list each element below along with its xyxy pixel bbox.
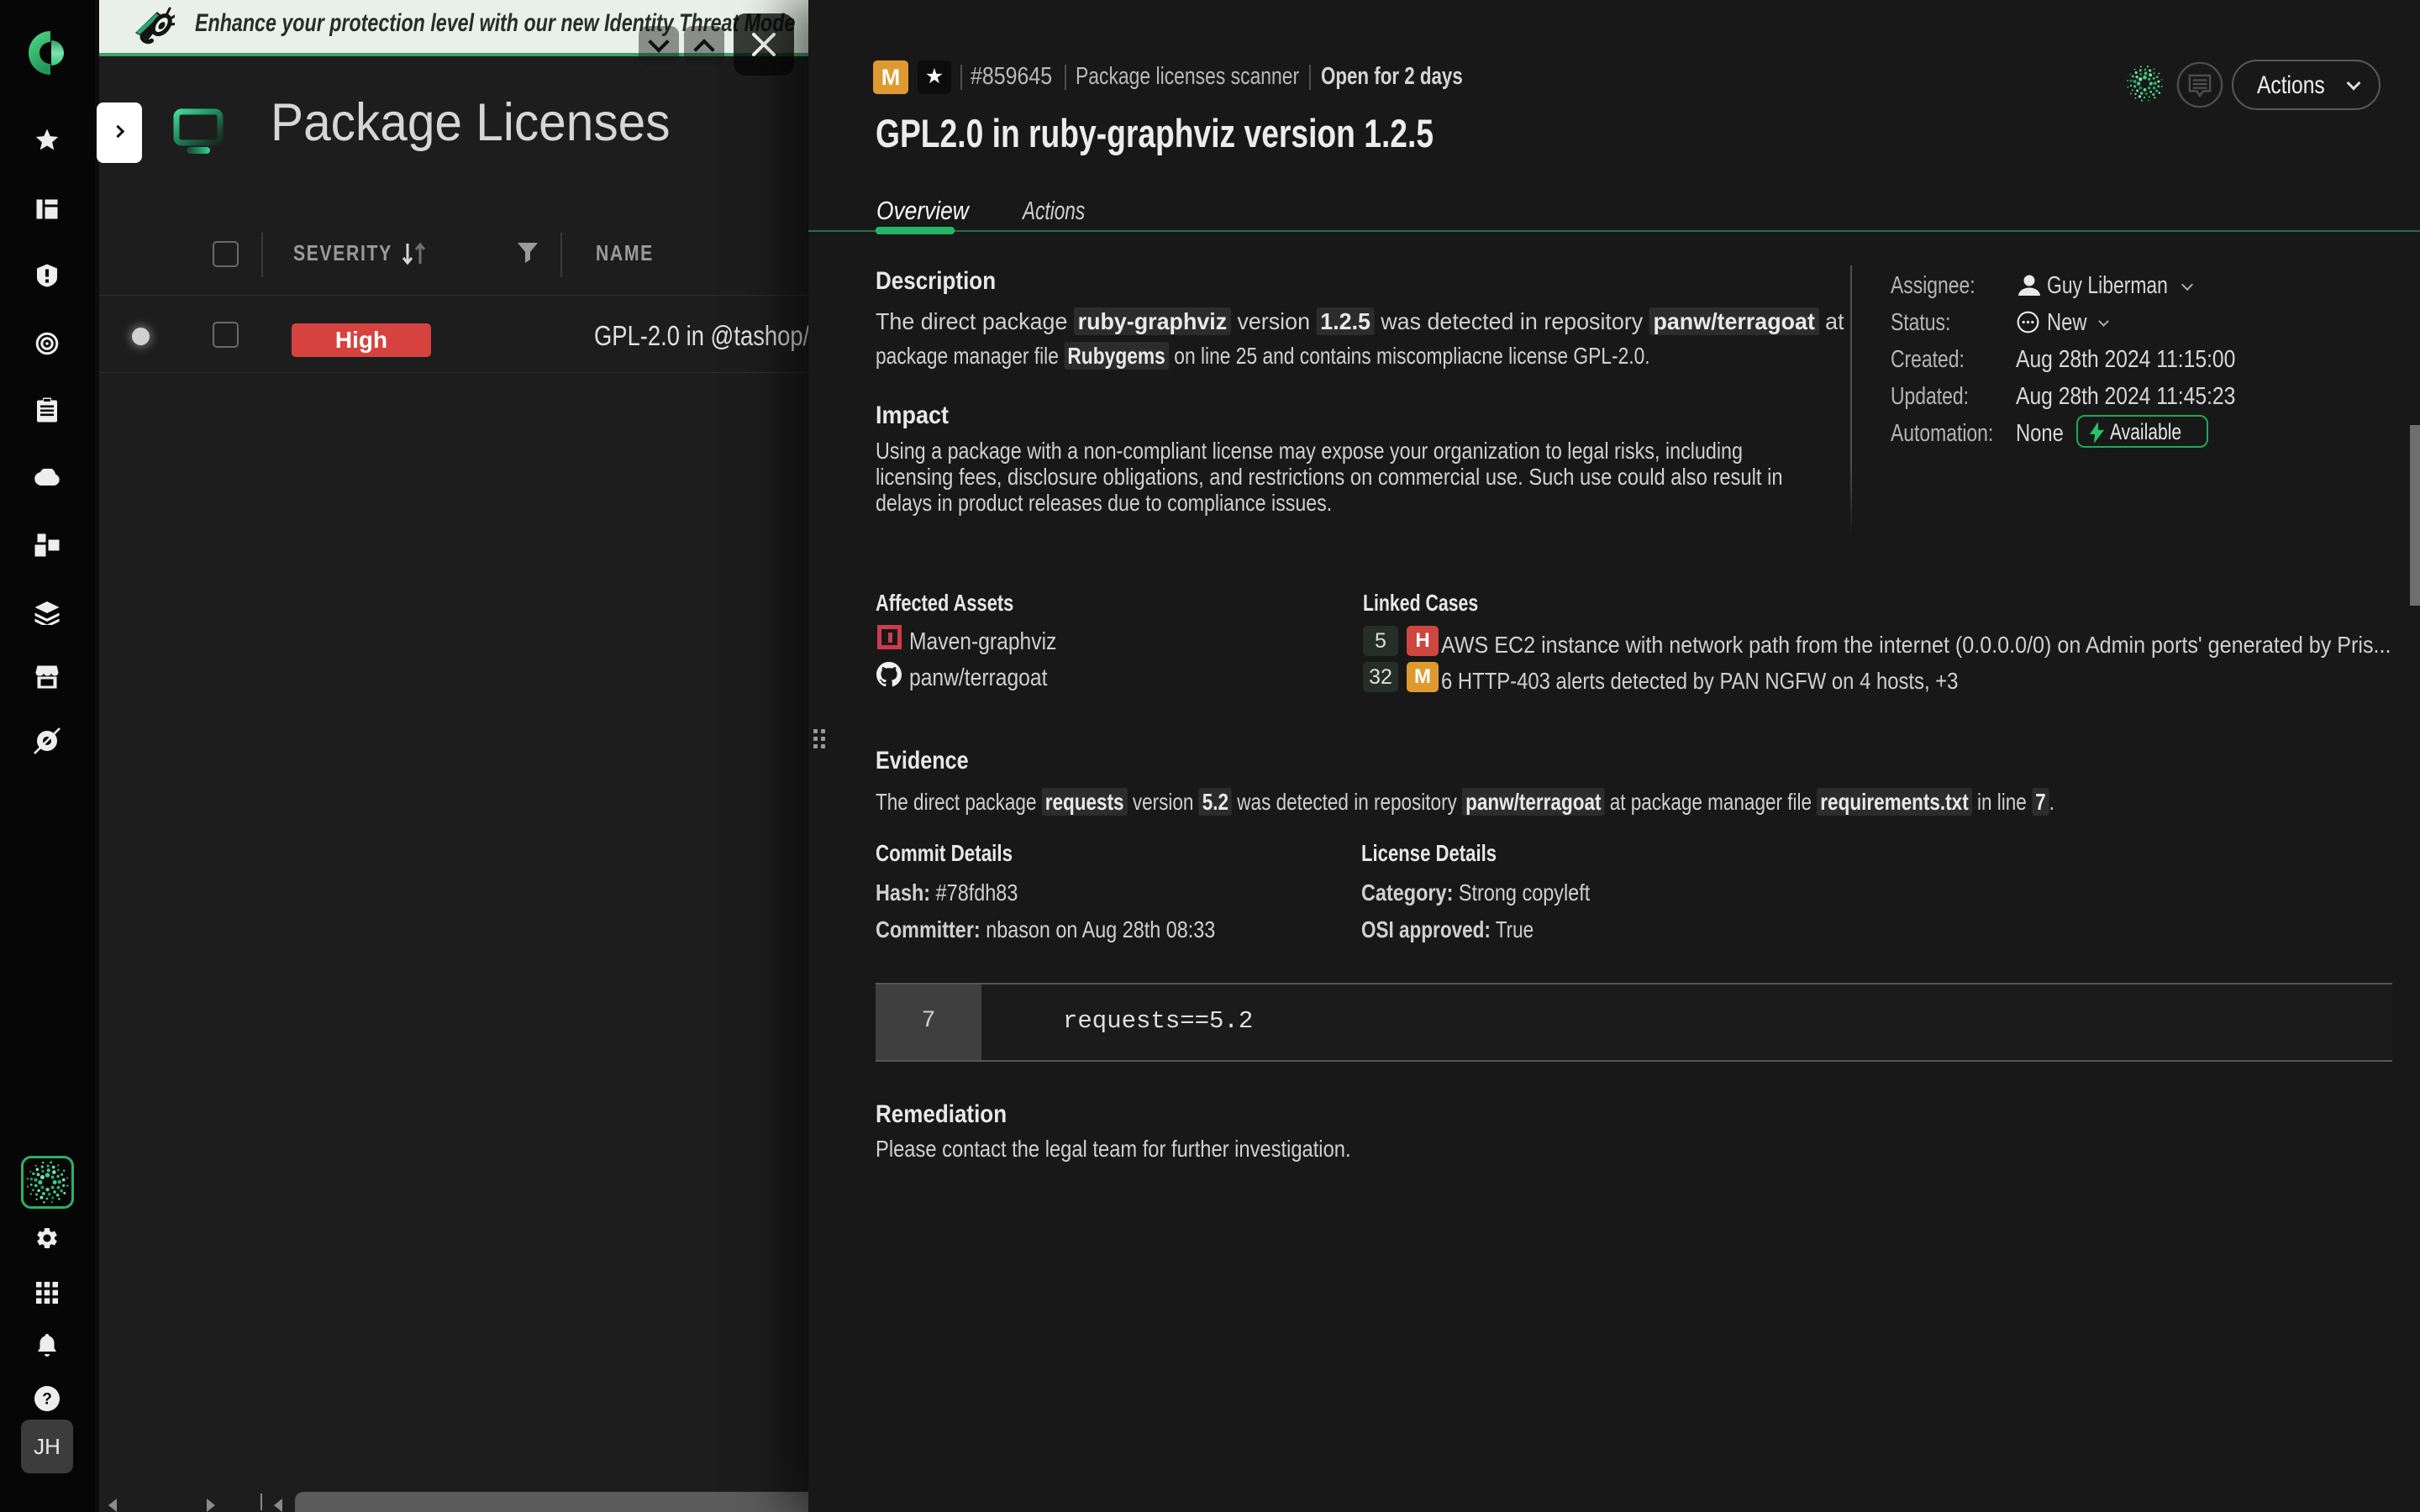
svg-text:?: ?	[42, 1391, 52, 1409]
